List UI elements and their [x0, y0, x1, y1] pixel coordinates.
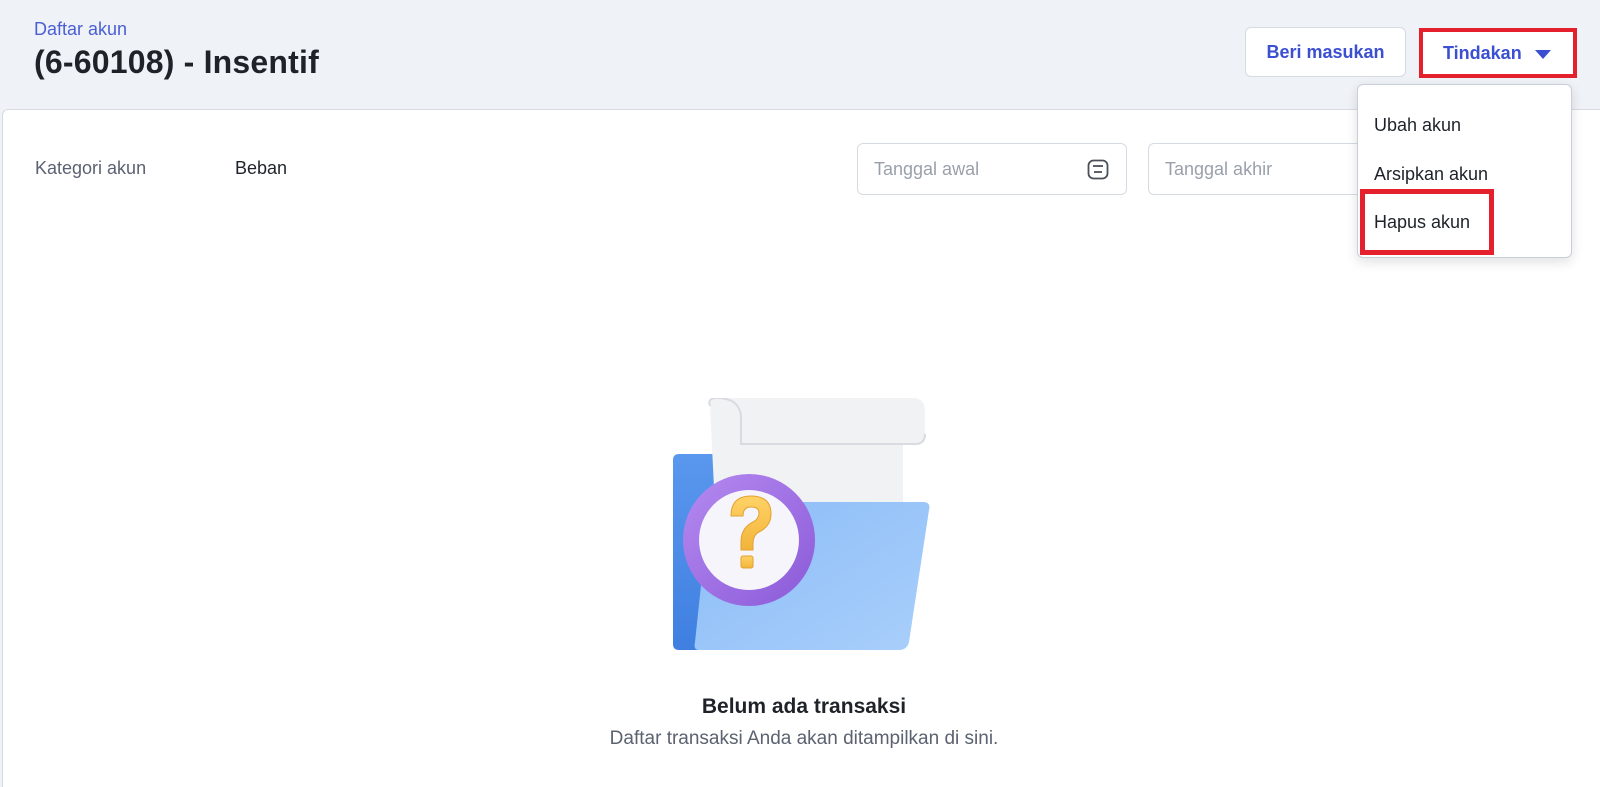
end-date-placeholder: Tanggal akhir — [1165, 158, 1273, 179]
breadcrumb-account-list[interactable]: Daftar akun — [34, 19, 127, 40]
menu-item-archive-account[interactable]: Arsipkan akun — [1374, 164, 1488, 185]
empty-state-illustration — [673, 398, 930, 650]
menu-item-edit-account[interactable]: Ubah akun — [1374, 115, 1461, 136]
account-category-label: Kategori akun — [35, 158, 147, 178]
caret-down-icon — [1535, 50, 1551, 59]
empty-state-title: Belum ada transaksi — [701, 695, 907, 718]
calendar-icon[interactable] — [1086, 157, 1110, 181]
start-date-input[interactable]: Tanggal awal — [857, 143, 1127, 195]
actions-button-label: Tindakan — [1443, 42, 1522, 63]
page-title: (6-60108) - Insentif — [34, 44, 319, 80]
delete-highlight-box — [1360, 189, 1494, 255]
account-category-value: Beban — [235, 158, 288, 178]
feedback-button[interactable]: Beri masukan — [1245, 27, 1406, 77]
start-date-placeholder: Tanggal awal — [874, 158, 980, 179]
empty-state-subtitle: Daftar transaksi Anda akan ditampilkan d… — [609, 728, 999, 749]
actions-dropdown-button[interactable]: Tindakan — [1419, 28, 1577, 78]
